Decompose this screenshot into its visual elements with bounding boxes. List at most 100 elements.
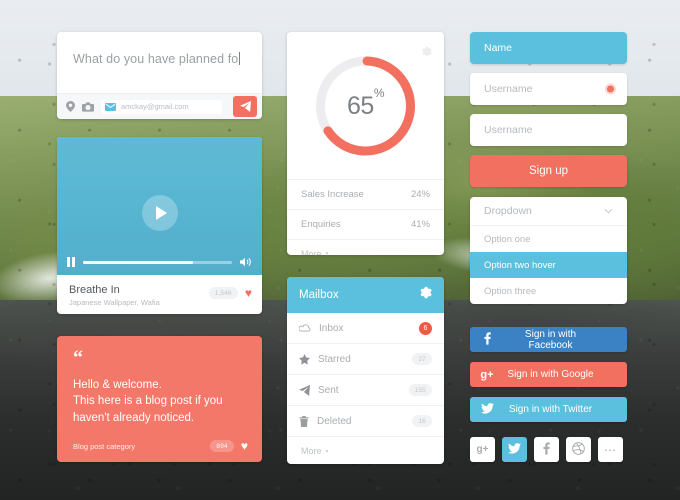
mailbox-item-label: Deleted <box>317 415 352 427</box>
pause-button[interactable] <box>67 257 75 267</box>
more-icon-button[interactable]: ⋯ <box>598 437 623 462</box>
blog-footer: Blog post category 894 ♥ <box>73 440 248 452</box>
signin-facebook-label: Sign in with Facebook <box>524 328 577 351</box>
send-button[interactable] <box>233 96 257 117</box>
chevron-down-icon: ▾ <box>325 251 329 255</box>
dropdown-option-one[interactable]: Option one <box>470 226 627 252</box>
blog-post-card: “ Hello & welcome. This here is a blog p… <box>57 336 262 462</box>
signin-twitter-label: Sign in with Twitter <box>508 404 593 415</box>
social-icon-row: g+ ⋯ <box>470 437 627 462</box>
social-signin-group: Sign in with Facebook g+ Sign in with Go… <box>470 327 627 432</box>
email-field[interactable]: amckay@gmail.com <box>101 99 222 114</box>
blog-actions: 894 ♥ <box>210 440 248 452</box>
mailbox-card: Mailbox Inbox 6 Starred 27 Sent 155 Dele… <box>287 277 444 464</box>
stat-value: 41% <box>410 219 430 230</box>
blog-line-2: This here is a blog post if you <box>73 395 223 408</box>
dropdown-option-label: Option one <box>484 233 531 245</box>
chevron-down-icon: ▾ <box>325 448 329 455</box>
mailbox-header: Mailbox <box>287 277 444 313</box>
envelope-icon <box>105 102 116 111</box>
percent-value: 65 <box>347 92 374 120</box>
gear-icon[interactable] <box>419 286 432 304</box>
location-pin-icon[interactable] <box>66 101 75 112</box>
volume-icon[interactable] <box>240 257 252 267</box>
progress-card: 65% Sales Increase 24% Enquiries 41% Mor… <box>287 32 444 255</box>
stat-row: Enquiries 41% <box>287 209 444 239</box>
facebook-icon-button[interactable] <box>534 437 559 462</box>
username-confirm-value: Username <box>484 124 533 136</box>
dropdown-option-label: Option three <box>484 285 537 297</box>
more-button[interactable]: More ▾ <box>287 437 444 464</box>
video-meta: Breathe In Japanese Wallpaper, Wafia 1,5… <box>57 275 262 314</box>
blog-body: Hello & welcome. This here is a blog pos… <box>73 377 246 426</box>
donut-chart: 65% <box>287 32 444 179</box>
dropdown-toggle[interactable]: Dropdown <box>470 197 627 226</box>
mailbox-item-label: Sent <box>318 384 339 396</box>
play-button[interactable] <box>141 195 178 231</box>
play-icon <box>155 206 167 220</box>
facebook-icon <box>470 331 504 348</box>
blog-category[interactable]: Blog post category <box>73 442 135 451</box>
mailbox-item-inbox[interactable]: Inbox 6 <box>287 313 444 344</box>
mailbox-title: Mailbox <box>299 289 339 301</box>
quote-mark-icon: “ <box>73 347 83 369</box>
mailbox-item-starred[interactable]: Starred 27 <box>287 344 444 375</box>
camera-icon[interactable] <box>82 101 94 112</box>
signup-form: Name Username Username Sign up <box>470 32 627 187</box>
dropdown-card: Dropdown Option one Option two hover Opt… <box>470 197 627 304</box>
unread-badge: 6 <box>419 321 432 335</box>
more-label: More <box>301 248 322 256</box>
twitter-icon <box>508 442 521 457</box>
mailbox-item-sent[interactable]: Sent 155 <box>287 375 444 406</box>
blog-line-3: haven't already noticed. <box>73 411 195 424</box>
signup-button[interactable]: Sign up <box>470 155 627 187</box>
stat-row: Sales Increase 24% <box>287 179 444 209</box>
progress-track[interactable] <box>82 260 232 264</box>
name-field[interactable]: Name <box>470 32 627 64</box>
compose-toolbar: amckay@gmail.com <box>57 93 262 119</box>
email-value: amckay@gmail.com <box>121 102 189 111</box>
dribbble-icon-button[interactable] <box>566 437 591 462</box>
video-subtitle: Japanese Wallpaper, Wafia <box>69 298 160 307</box>
twitter-icon-button[interactable] <box>502 437 527 462</box>
dropdown-option-three[interactable]: Option three <box>470 278 627 304</box>
google-plus-icon: g+ <box>476 444 489 455</box>
twitter-icon <box>470 402 504 417</box>
mailbox-item-label: Inbox <box>319 322 344 334</box>
stat-label: Enquiries <box>301 219 341 230</box>
more-label: More <box>301 446 322 456</box>
video-player-card: Breathe In Japanese Wallpaper, Wafia 1,5… <box>57 137 262 314</box>
mailbox-item-label: Starred <box>318 353 351 365</box>
stat-value: 24% <box>410 189 430 200</box>
send-icon <box>239 101 251 112</box>
dropdown-option-two[interactable]: Option two hover <box>470 252 627 278</box>
inbox-icon <box>299 323 311 333</box>
trash-icon <box>299 415 309 427</box>
more-button[interactable]: More ▾ <box>287 239 444 255</box>
like-count-badge: 1,546 <box>208 287 238 299</box>
heart-icon[interactable]: ♥ <box>241 440 248 452</box>
username-field-value: Username <box>484 83 533 95</box>
dropdown-option-label: Option two hover <box>484 259 556 271</box>
count-badge: 155 <box>408 384 432 396</box>
stat-label: Sales Increase <box>301 189 364 200</box>
signin-twitter-button[interactable]: Sign in with Twitter <box>470 397 627 422</box>
signin-facebook-button[interactable]: Sign in with Facebook <box>470 327 627 352</box>
compose-text-value: What do you have planned fo <box>73 52 239 66</box>
dropdown-selected-label: Dropdown <box>484 205 532 217</box>
google-plus-icon-button[interactable]: g+ <box>470 437 495 462</box>
username-field[interactable]: Username <box>470 73 627 105</box>
text-caret <box>239 52 241 65</box>
username-confirm-field[interactable]: Username <box>470 114 627 146</box>
more-icon: ⋯ <box>604 442 617 457</box>
gear-icon[interactable] <box>421 44 432 62</box>
google-plus-icon: g+ <box>480 368 494 381</box>
compose-input[interactable]: What do you have planned fo <box>57 32 262 94</box>
video-stage[interactable] <box>57 137 262 275</box>
heart-icon[interactable]: ♥ <box>245 287 252 299</box>
mailbox-item-deleted[interactable]: Deleted 16 <box>287 406 444 437</box>
signin-google-button[interactable]: g+ Sign in with Google <box>470 362 627 387</box>
like-count-badge: 894 <box>210 440 234 452</box>
sent-icon <box>299 384 310 396</box>
video-actions: 1,546 ♥ <box>208 287 252 299</box>
